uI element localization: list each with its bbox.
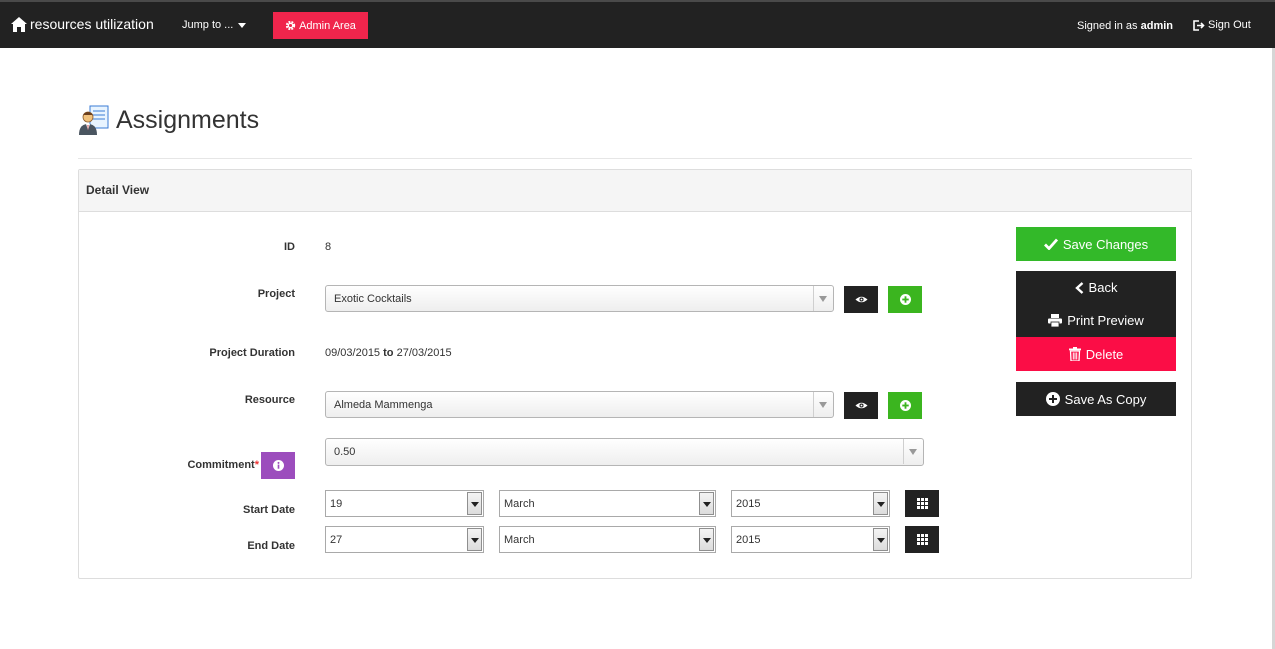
admin-area-button[interactable]: Admin Area [273, 12, 368, 39]
signed-in-text: Signed in as admin [1077, 20, 1173, 32]
duration-to: to [383, 347, 394, 359]
end-day-value: 27 [330, 534, 343, 546]
resource-select-arrow-icon [813, 392, 833, 417]
info-icon [272, 460, 284, 471]
eye-icon [854, 296, 868, 303]
page-title: Assignments [78, 104, 259, 136]
dropdown-arrow-icon [467, 528, 482, 551]
commitment-label: Commitment* [160, 459, 259, 471]
commitment-label-text: Commitment [187, 459, 255, 471]
commitment-select[interactable]: 0.50 [325, 438, 924, 466]
start-month-select[interactable]: March [499, 490, 716, 517]
dropdown-arrow-icon [467, 492, 482, 515]
end-month-value: March [504, 534, 535, 546]
print-icon [1048, 314, 1063, 327]
commitment-info-button[interactable] [261, 452, 295, 479]
delete-label: Delete [1085, 346, 1124, 362]
project-select-value: Exotic Cocktails [334, 293, 412, 305]
calendar-grid-icon [916, 534, 928, 545]
id-value: 8 [325, 241, 332, 253]
resource-select-value: Almeda Mammenga [334, 399, 433, 411]
jump-to-menu[interactable]: Jump to ... [182, 19, 247, 31]
end-date-label: End Date [247, 540, 295, 552]
save-as-copy-label: Save As Copy [1064, 391, 1147, 407]
sign-out-link[interactable]: Sign Out [1193, 19, 1251, 31]
eye-icon [854, 402, 868, 409]
start-day-value: 19 [330, 498, 343, 510]
end-year-select[interactable]: 2015 [731, 526, 890, 553]
dropdown-arrow-icon [699, 528, 714, 551]
add-project-button[interactable] [888, 286, 922, 313]
duration-start: 09/03/2015 [325, 347, 381, 359]
save-as-copy-button[interactable]: Save As Copy [1016, 382, 1176, 416]
end-date-calendar-button[interactable] [905, 526, 939, 553]
back-label: Back [1088, 280, 1118, 295]
start-year-select[interactable]: 2015 [731, 490, 890, 517]
required-mark: * [254, 459, 259, 471]
sign-out-icon [1193, 19, 1205, 31]
project-select[interactable]: Exotic Cocktails [325, 285, 834, 312]
commitment-select-value: 0.50 [334, 446, 356, 458]
top-navbar: resources utilization Jump to ... Admin … [0, 0, 1275, 48]
gear-icon [285, 20, 296, 31]
plus-circle-icon [899, 294, 911, 305]
resource-select[interactable]: Almeda Mammenga [325, 391, 834, 418]
project-duration-value: 09/03/2015 to 27/03/2015 [325, 347, 452, 359]
sign-out-label: Sign Out [1208, 19, 1251, 31]
save-changes-label: Save Changes [1062, 236, 1149, 252]
commitment-select-arrow-icon [903, 439, 923, 464]
assignment-person-icon [79, 105, 109, 135]
jump-to-label: Jump to ... [182, 19, 234, 31]
dropdown-arrow-icon [699, 492, 714, 515]
view-project-button[interactable] [844, 286, 878, 313]
plus-circle-icon [1045, 392, 1060, 406]
signed-in-user: admin [1140, 20, 1174, 32]
project-select-arrow-icon [813, 286, 833, 311]
chevron-left-icon [1074, 281, 1083, 294]
page-title-text: Assignments [116, 105, 260, 134]
end-day-select[interactable]: 27 [325, 526, 484, 553]
delete-button[interactable]: Delete [1016, 337, 1176, 371]
start-date-label: Start Date [243, 504, 295, 516]
check-icon [1043, 238, 1058, 250]
start-month-value: March [504, 498, 535, 510]
view-resource-button[interactable] [844, 392, 878, 419]
add-resource-button[interactable] [888, 392, 922, 419]
id-label: ID [284, 241, 295, 253]
signed-in-prefix: Signed in as [1077, 20, 1138, 32]
calendar-grid-icon [916, 498, 928, 509]
panel-heading: Detail View [79, 170, 1191, 212]
plus-circle-icon [899, 400, 911, 411]
admin-area-label: Admin Area [299, 19, 356, 32]
end-month-select[interactable]: March [499, 526, 716, 553]
save-changes-button[interactable]: Save Changes [1016, 227, 1176, 261]
print-preview-button[interactable]: Print Preview [1016, 304, 1176, 337]
duration-end: 27/03/2015 [396, 347, 452, 359]
brand-link[interactable]: resources utilization [11, 16, 154, 32]
caret-down-icon [238, 22, 247, 28]
start-day-select[interactable]: 19 [325, 490, 484, 517]
end-year-value: 2015 [736, 534, 761, 546]
back-button[interactable]: Back [1016, 271, 1176, 304]
brand-text: resources utilization [30, 16, 154, 32]
project-duration-label: Project Duration [209, 347, 295, 359]
print-preview-label: Print Preview [1067, 313, 1144, 328]
start-date-calendar-button[interactable] [905, 490, 939, 517]
dropdown-arrow-icon [873, 492, 888, 515]
home-icon [11, 16, 27, 32]
resource-label: Resource [244, 394, 295, 406]
start-year-value: 2015 [736, 498, 761, 510]
dropdown-arrow-icon [873, 528, 888, 551]
project-label: Project [257, 288, 295, 300]
title-divider [78, 158, 1192, 159]
trash-icon [1068, 347, 1081, 361]
